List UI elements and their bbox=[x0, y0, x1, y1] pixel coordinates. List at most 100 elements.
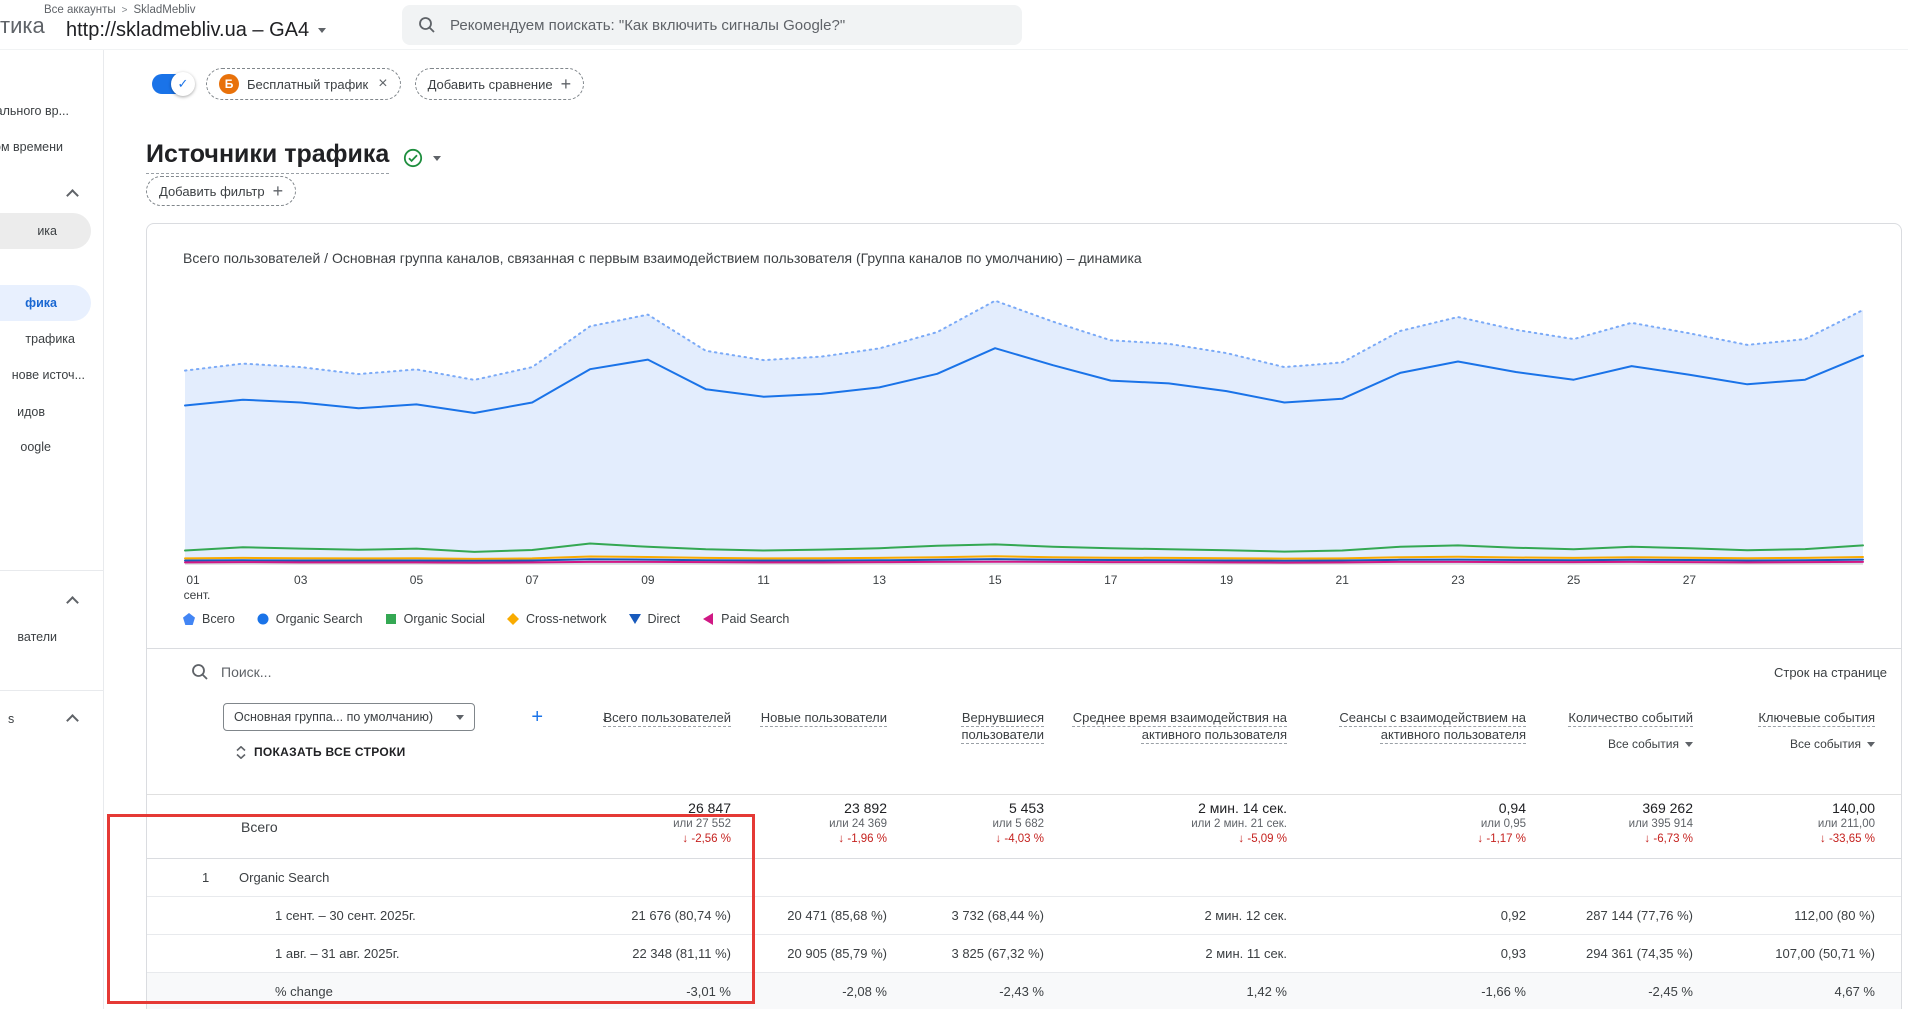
column-header-label: Всего пользователей bbox=[604, 709, 731, 726]
metric-cell: -2,43 % bbox=[887, 984, 1044, 999]
comparison-toggle[interactable]: ✓ bbox=[152, 74, 192, 94]
totals-cell: 0,94или 0,95↓ -1,17 % bbox=[1287, 795, 1526, 858]
report-caret-icon[interactable] bbox=[433, 156, 441, 161]
legend-label: Organic Search bbox=[276, 612, 363, 626]
row-label: 1 сент. – 30 сент. 2025г. bbox=[183, 908, 543, 923]
sidebar-item[interactable]: еального вр... bbox=[0, 104, 69, 118]
chevron-down-icon bbox=[456, 715, 464, 720]
totals-comparison-value: или 24 369 bbox=[829, 818, 887, 830]
totals-change: ↓ -6,73 % bbox=[1644, 833, 1693, 845]
breadcrumb[interactable]: Все аккаунты > SkladMebliv bbox=[44, 4, 195, 16]
dimension-dropdown[interactable]: Основная группа... по умолчанию) bbox=[223, 703, 475, 731]
chevron-up-icon[interactable] bbox=[66, 714, 79, 727]
totals-cell: 140,00или 211,00↓ -33,65 % bbox=[1693, 795, 1875, 858]
sidebar-item[interactable]: трафика bbox=[25, 332, 75, 346]
row-label: 1 авг. – 31 авг. 2025г. bbox=[183, 946, 543, 961]
sidebar-item[interactable]: oogle bbox=[20, 440, 51, 454]
metric-cell: -2,08 % bbox=[731, 984, 887, 999]
sort-descending-icon[interactable]: ↓ bbox=[601, 708, 609, 725]
column-header[interactable]: Количество событий Все события bbox=[1526, 695, 1693, 794]
column-header[interactable]: Новые пользователи bbox=[731, 695, 887, 794]
page-title[interactable]: Источники трафика bbox=[146, 140, 389, 174]
metric-cell: -2,45 % bbox=[1526, 984, 1693, 999]
chart-subtitle: Всего пользователей / Основная группа ка… bbox=[183, 250, 1142, 266]
chevron-up-icon[interactable] bbox=[66, 189, 79, 202]
legend-item[interactable]: Organic Social bbox=[385, 612, 485, 626]
column-header-label: Вернувшиеся пользователи bbox=[887, 709, 1044, 743]
totals-cell: 2 мин. 14 сек.или 2 мин. 21 сек.↓ -5,09 … bbox=[1044, 795, 1287, 858]
add-dimension-plus-icon[interactable]: + bbox=[531, 707, 543, 727]
metric-cell: 112,00 (80 %) bbox=[1693, 908, 1875, 923]
column-header[interactable]: Вернувшиеся пользователи bbox=[887, 695, 1044, 794]
totals-change: ↓ -5,09 % bbox=[1238, 833, 1287, 845]
sidebar-item[interactable]: идов bbox=[17, 405, 45, 419]
plus-icon: + bbox=[273, 182, 284, 200]
topbar: тика Все аккаунты > SkladMebliv http://s… bbox=[0, 0, 1908, 50]
divider bbox=[0, 570, 103, 571]
totals-comparison-value: или 395 914 bbox=[1629, 818, 1693, 830]
event-filter-dropdown[interactable]: Все события bbox=[1608, 736, 1693, 753]
show-all-rows-button[interactable]: ПОКАЗАТЬ ВСЕ СТРОКИ bbox=[235, 745, 543, 759]
metric-cell: 20 471 (85,68 %) bbox=[731, 908, 887, 923]
event-filter-dropdown[interactable]: Все события bbox=[1790, 736, 1875, 753]
svg-text:27: 27 bbox=[1683, 573, 1697, 587]
metric-cell: 4,67 % bbox=[1693, 984, 1875, 999]
legend-item[interactable]: Organic Search bbox=[257, 612, 363, 626]
metric-cell: 22 348 (81,11 %) bbox=[543, 946, 731, 961]
show-all-rows-label: ПОКАЗАТЬ ВСЕ СТРОКИ bbox=[254, 745, 406, 759]
metric-cell: 2 мин. 12 сек. bbox=[1044, 908, 1287, 923]
svg-text:11: 11 bbox=[757, 573, 770, 587]
totals-comparison-value: или 0,95 bbox=[1481, 818, 1526, 830]
property-name[interactable]: http://skladmebliv.ua – GA4 bbox=[66, 19, 309, 42]
column-header-label: Количество событий bbox=[1568, 709, 1693, 726]
metric-cell: 3 732 (68,44 %) bbox=[887, 908, 1044, 923]
close-icon[interactable]: × bbox=[378, 76, 387, 92]
property-selector[interactable]: http://skladmebliv.ua – GA4 bbox=[66, 19, 326, 42]
svg-text:15: 15 bbox=[988, 573, 1002, 587]
sidebar-item[interactable]: s bbox=[8, 712, 14, 726]
sidebar-item[interactable]: фика bbox=[0, 285, 91, 321]
metric-cell: 2 мин. 11 сек. bbox=[1044, 946, 1287, 961]
add-comparison-label: Добавить сравнение bbox=[428, 77, 553, 92]
breadcrumb-account[interactable]: SkladMebliv bbox=[133, 4, 195, 16]
chevron-up-icon[interactable] bbox=[66, 596, 79, 609]
sidebar-item-label: ика bbox=[37, 224, 57, 238]
legend-label: Direct bbox=[648, 612, 681, 626]
legend-item[interactable]: Direct bbox=[629, 612, 681, 626]
metric-cell: -1,66 % bbox=[1287, 984, 1526, 999]
metric-cell: 20 905 (85,79 %) bbox=[731, 946, 887, 961]
sidebar-item[interactable]: ом времени bbox=[0, 140, 63, 154]
legend-label: Paid Search bbox=[721, 612, 789, 626]
legend-item[interactable]: Paid Search bbox=[702, 612, 789, 626]
column-header[interactable]: ↓Всего пользователей bbox=[543, 695, 731, 794]
legend-item[interactable]: Cross-network bbox=[507, 612, 607, 626]
global-search-input[interactable]: Рекомендуем поискать: "Как включить сигн… bbox=[402, 5, 1022, 45]
toggle-check-icon: ✓ bbox=[171, 72, 195, 96]
add-comparison-button[interactable]: Добавить сравнение + bbox=[415, 68, 585, 100]
column-header[interactable]: Ключевые событияВсе события bbox=[1693, 695, 1875, 794]
totals-comparison-value: или 5 682 bbox=[992, 818, 1044, 830]
rows-per-page-label[interactable]: Строк на странице bbox=[1774, 665, 1887, 680]
breadcrumb-root[interactable]: Все аккаунты bbox=[44, 4, 116, 16]
svg-text:09: 09 bbox=[641, 573, 655, 587]
comparison-chip-free-traffic[interactable]: Б Бесплатный трафик × bbox=[206, 68, 401, 100]
check-circle-icon[interactable] bbox=[403, 148, 423, 168]
add-filter-button[interactable]: Добавить фильтр + bbox=[146, 176, 296, 206]
sidebar-item[interactable]: нове источ... bbox=[12, 368, 85, 382]
column-header[interactable]: Среднее время взаимодействия на активног… bbox=[1044, 695, 1287, 794]
legend-label: Cross-network bbox=[526, 612, 607, 626]
totals-value: 5 453 bbox=[1009, 800, 1044, 816]
table-search-input[interactable]: Поиск... bbox=[221, 664, 271, 680]
global-search-placeholder: Рекомендуем поискать: "Как включить сигн… bbox=[450, 17, 845, 34]
svg-text:13: 13 bbox=[873, 573, 887, 587]
sidebar-item[interactable]: ика bbox=[0, 213, 91, 249]
sidebar-item[interactable]: ватели bbox=[17, 630, 57, 644]
report-title-row: Источники трафика bbox=[146, 140, 441, 174]
legend-item[interactable]: Всего bbox=[183, 612, 235, 626]
legend-label: Organic Social bbox=[404, 612, 485, 626]
table-row: 1 сент. – 30 сент. 2025г.21 676 (80,74 %… bbox=[147, 897, 1901, 935]
column-header[interactable]: Сеансы с взаимодействием на активного по… bbox=[1287, 695, 1526, 794]
totals-row: Всего 26 847или 27 552↓ -2,56 %23 892или… bbox=[147, 795, 1901, 859]
legend-label: Всего bbox=[202, 612, 235, 626]
svg-text:07: 07 bbox=[525, 573, 539, 587]
